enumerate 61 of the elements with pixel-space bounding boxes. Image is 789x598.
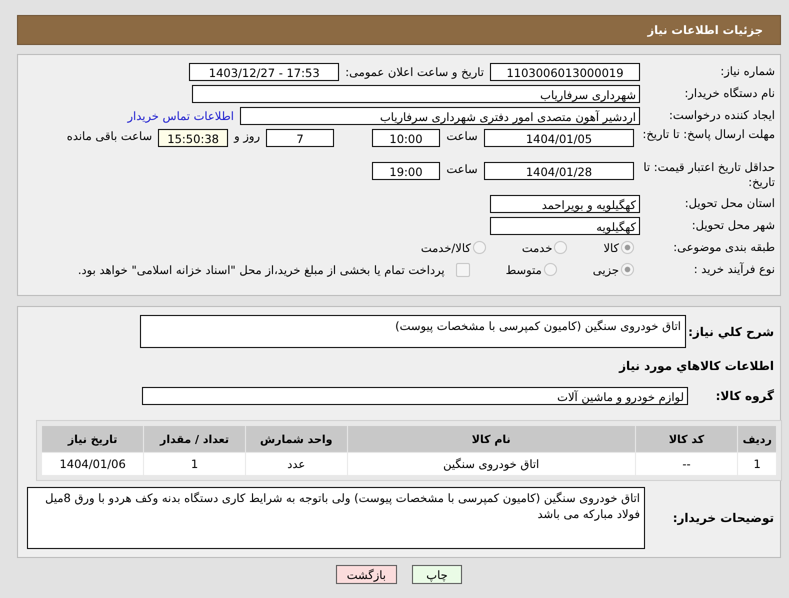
option-label: متوسط bbox=[504, 262, 542, 276]
field-label: تاریخ و ساعت اعلان عمومی: bbox=[344, 64, 485, 78]
column-header: ردیف bbox=[738, 426, 776, 452]
field-label: نوع فرآیند خرید : bbox=[692, 262, 776, 277]
checkbox[interactable] bbox=[456, 262, 470, 276]
reply-time-field: 10:00 bbox=[372, 129, 440, 147]
table-cell: 1 bbox=[144, 453, 245, 475]
page-title: جزئیات اطلاعات نیاز bbox=[647, 23, 763, 37]
option-label: خدمت bbox=[520, 240, 552, 254]
option-label: کالا/خدمت bbox=[420, 240, 471, 254]
announce-date-field: 1403/12/27 - 17:53 bbox=[189, 62, 340, 80]
radio-button[interactable] bbox=[554, 241, 568, 254]
table-cell: -- bbox=[636, 453, 738, 475]
field-label: ایجاد کننده درخواست: bbox=[668, 108, 776, 123]
description-textarea[interactable]: اتاق خودروی سنگین (کامیون کمپرسی با مشخصات پیوست) bbox=[140, 315, 686, 348]
field-label: روز و bbox=[232, 129, 261, 143]
radio-button[interactable] bbox=[621, 241, 634, 254]
column-header: تعداد / مقدار bbox=[144, 426, 245, 452]
radio-button[interactable] bbox=[544, 263, 557, 276]
field-label: استان محل تحویل: bbox=[684, 196, 776, 211]
option-label: کالا bbox=[602, 240, 619, 254]
field-label: ساعت باقی مانده bbox=[66, 129, 154, 143]
requester-field: اردشیر آهون متصدی امور دفتری شهرداری سرفاریاب bbox=[240, 106, 640, 124]
days-field: 7 bbox=[266, 129, 334, 147]
section-title: اطلاعات کالاهاي مورد نياز bbox=[618, 358, 775, 375]
field-label: شرح کلي نياز: bbox=[688, 324, 775, 338]
field-label: نام دستگاه خریدار: bbox=[683, 86, 776, 101]
validity-date-field: 1404/01/28 bbox=[484, 162, 634, 180]
field-label: طبقه بندی موضوعی: bbox=[672, 240, 776, 255]
table-cell: اتاق خودروی سنگین bbox=[348, 453, 635, 475]
field-label: شماره نیاز: bbox=[719, 64, 776, 79]
buyer-contact-link[interactable]: اطلاعات تماس خریدار bbox=[127, 108, 240, 122]
field-label: گروه کالا: bbox=[714, 388, 775, 402]
field-label: توضیحات خریدار: bbox=[672, 511, 775, 525]
column-header: واحد شمارش bbox=[246, 426, 347, 452]
table-cell: 1 bbox=[738, 453, 776, 475]
buyer-org-field: شهرداری سرفاریاب bbox=[192, 84, 640, 102]
reply-date-field: 1404/01/05 bbox=[484, 129, 634, 147]
field-label: ساعت bbox=[445, 129, 479, 143]
city-field: کهگیلویه bbox=[490, 216, 640, 234]
table-cell: 1404/01/06 bbox=[42, 453, 144, 475]
remaining-time-field: 15:50:38 bbox=[158, 129, 228, 147]
table-cell: عدد bbox=[246, 453, 347, 475]
province-field: کهگیلویه و بویراحمد bbox=[490, 194, 640, 212]
print-button[interactable]: چاپ bbox=[412, 565, 462, 584]
back-button[interactable]: بازگشت bbox=[336, 565, 397, 584]
payment-note: پرداخت تمام یا بخشی از مبلغ خرید،از محل "اسناد خزانه اسلامی" خواهد بود. bbox=[76, 262, 446, 276]
field-label: حداقل تاریخ اعتبار قیمت: تا تاریخ: bbox=[642, 160, 776, 190]
field-label: مهلت ارسال پاسخ: تا تاریخ: bbox=[641, 127, 776, 142]
need-number-field: 1103006013000019 bbox=[490, 62, 640, 80]
validity-time-field: 19:00 bbox=[372, 162, 440, 180]
column-header: تاریخ نیاز bbox=[42, 426, 144, 452]
goods-group-field: لوازم خودرو و ماشین آلات bbox=[142, 386, 688, 404]
notes-textarea[interactable]: اتاق خودروی سنگین (کامیون کمپرسی با مشخصات پیوست) ولی باتوجه به شرایط کاری دستگاه بدنه وکف هردو با ورق 8میل فولاد مبارکه می باشد bbox=[27, 487, 645, 549]
option-label: جزیی bbox=[592, 262, 619, 276]
field-label: شهر محل تحویل: bbox=[690, 218, 776, 233]
column-header: نام کالا bbox=[348, 426, 635, 452]
field-label: ساعت bbox=[445, 162, 479, 176]
radio-button[interactable] bbox=[472, 241, 486, 254]
column-header: کد کالا bbox=[636, 426, 738, 452]
radio-button[interactable] bbox=[621, 263, 634, 276]
